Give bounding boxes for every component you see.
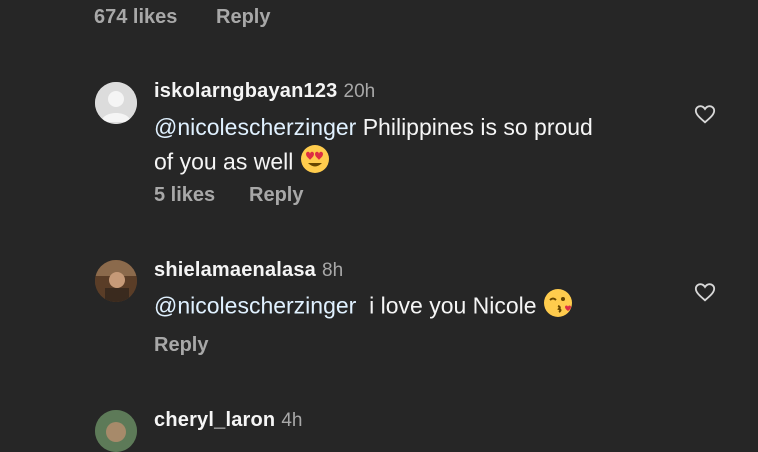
kissing-face-emoji-icon [543,288,573,327]
timestamp: 8h [322,260,344,281]
comment-text: @nicolescherzinger Philippines is so pro… [154,110,674,183]
avatar[interactable] [95,260,137,302]
mention-link[interactable]: @nicolescherzinger [154,114,356,140]
like-heart-icon[interactable] [694,281,716,308]
comment-body-line1: Philippines is so proud [362,114,593,140]
reply-button[interactable]: Reply [216,6,270,29]
profile-photo-icon [95,260,137,302]
likes-count[interactable]: 674 likes [94,6,177,29]
username[interactable]: cheryl_laron [154,409,275,431]
likes-count[interactable]: 5 likes [154,184,215,207]
heart-eyes-emoji-icon [300,144,330,183]
username[interactable]: iskolarngbayan123 [154,80,338,102]
mention-link[interactable]: @nicolescherzinger [154,293,356,319]
comment-header: iskolarngbayan123 20h [154,80,375,103]
comment-header: shielamaenalasa 8h [154,259,343,282]
timestamp: 20h [343,81,376,102]
reply-button[interactable]: Reply [249,184,303,207]
username[interactable]: shielamaenalasa [154,259,316,281]
reply-button[interactable]: Reply [154,334,208,357]
like-heart-icon[interactable] [694,103,716,130]
avatar[interactable] [95,410,137,452]
comment-body: i love you Nicole [369,292,537,319]
profile-photo-icon [95,410,137,452]
comment-text: @nicolescherzinger i love you Nicole [154,288,674,327]
comment-header: cheryl_laron 4h [154,409,303,432]
avatar[interactable] [95,82,137,124]
default-avatar-icon [95,82,137,124]
timestamp: 4h [281,410,303,431]
comment-body-line2: of you as well [154,148,294,175]
